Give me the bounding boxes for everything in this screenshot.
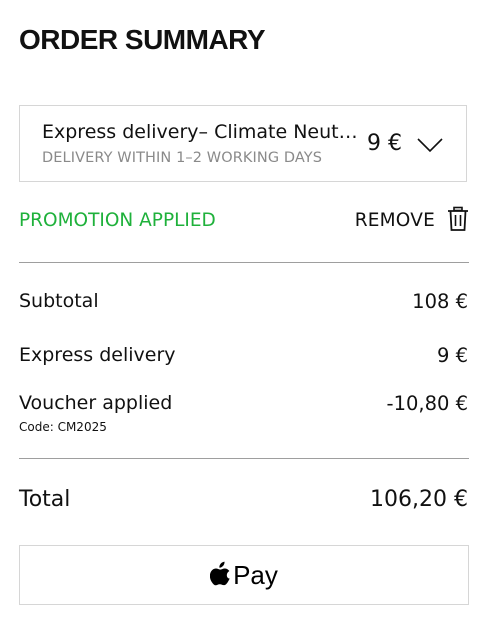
subtotal-label: Subtotal: [19, 290, 99, 312]
page-title: ORDER SUMMARY: [19, 24, 266, 55]
subtotal-value: 108 €: [412, 290, 468, 313]
apple-pay-label: Pay: [233, 559, 278, 590]
delivery-option-subtitle: DELIVERY WITHIN 1–2 WORKING DAYS: [42, 150, 323, 166]
delivery-option-price: 9 €: [367, 131, 402, 156]
total-label: Total: [19, 487, 71, 512]
apple-pay-button[interactable]: Pay: [19, 545, 469, 605]
promotion-status: PROMOTION APPLIED: [19, 210, 216, 231]
voucher-code: Code: CM2025: [19, 420, 107, 434]
shipping-value: 9 €: [436, 344, 468, 367]
total-value: 106,20 €: [370, 487, 468, 512]
delivery-selector[interactable]: Express delivery– Climate Neutral DELIVE…: [19, 105, 467, 182]
voucher-label: Voucher applied: [19, 392, 173, 414]
apple-logo-icon: [210, 561, 230, 586]
shipping-label: Express delivery: [19, 344, 176, 366]
divider: [19, 262, 469, 263]
trash-icon[interactable]: [447, 206, 469, 232]
promotion-row: PROMOTION APPLIED REMOVE: [19, 206, 469, 238]
remove-promotion-button[interactable]: REMOVE: [355, 210, 435, 231]
chevron-down-icon[interactable]: [416, 136, 444, 154]
delivery-option-name: Express delivery– Climate Neutral: [42, 121, 360, 143]
divider: [19, 458, 469, 459]
voucher-value: -10,80 €: [386, 392, 468, 415]
